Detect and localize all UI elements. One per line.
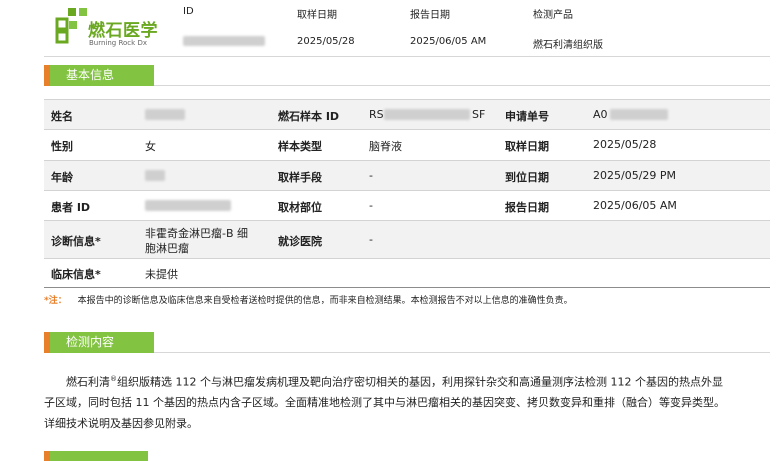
section-underline (154, 352, 770, 353)
sample-type-value: 脑脊液 (369, 140, 402, 153)
name-redacted (145, 109, 185, 120)
header-divider (44, 56, 770, 57)
paragraph-product-name: 燃石利清 (66, 375, 110, 389)
header-report-date-label: 报告日期 (410, 10, 450, 21)
sampling-date-label: 取样日期 (505, 140, 549, 153)
clinical-info-label: 临床信息* (51, 268, 101, 281)
section-underline (154, 85, 770, 86)
header-id-label: ID (183, 6, 194, 17)
section-basic-info: 基本信息 (44, 65, 770, 86)
sample-id-redacted (384, 109, 470, 120)
header-sampling-date-label: 取样日期 (297, 10, 337, 21)
report-date-value: 2025/06/05 AM (593, 199, 677, 212)
hospital-value: - (369, 233, 373, 246)
header-report-date-value: 2025/06/05 AM (410, 36, 487, 47)
sampling-site-label: 取材部位 (278, 201, 322, 214)
name-label: 姓名 (51, 110, 73, 123)
section-title: 基本信息 (50, 65, 154, 86)
table-row: 性别 女 样本类型 脑脊液 取样日期 2025/05/28 (44, 129, 770, 161)
patient-id-redacted (145, 200, 231, 211)
sample-type-label: 样本类型 (278, 140, 322, 153)
logo-mark-icon (55, 8, 87, 44)
paragraph-body: 组织版精选 112 个与淋巴瘤发病机理及靶向治疗密切相关的基因，利用探针杂交和高… (44, 375, 725, 430)
sex-value: 女 (145, 140, 156, 153)
arrival-date-label: 到位日期 (505, 171, 549, 184)
report-date-label: 报告日期 (505, 201, 549, 214)
patient-id-label: 患者 ID (51, 201, 91, 214)
section-title: 检测内容 (50, 332, 154, 353)
header-id-redacted (183, 36, 265, 46)
header-product-value: 燃石利清组织版 (533, 40, 603, 51)
diagnosis-label: 诊断信息* (51, 235, 101, 248)
clinical-info-value: 未提供 (145, 268, 178, 281)
sampling-date-value: 2025/05/28 (593, 138, 657, 151)
sex-label: 性别 (51, 140, 73, 153)
table-row: 诊断信息* 非霍奇金淋巴瘤-B 细 胞淋巴瘤 就诊医院 - (44, 220, 770, 259)
note-text: 本报告中的诊断信息及临床信息来自受检者送检时提供的信息，而非来自检测结果。本检测… (77, 296, 573, 306)
next-section-accent (44, 451, 50, 461)
header-product-label: 检测产品 (533, 10, 573, 21)
diagnosis-value-line1: 非霍奇金淋巴瘤-B 细 (145, 227, 249, 240)
sample-id-suffix: SF (472, 108, 486, 121)
diagnosis-value-line2: 胞淋巴瘤 (145, 242, 189, 255)
table-row: 临床信息* 未提供 (44, 258, 770, 288)
sample-id-prefix: RS (369, 108, 384, 121)
note-marker: *注： (44, 296, 67, 306)
application-no-label: 申请单号 (505, 110, 549, 123)
company-logo: 燃石医学 Burning Rock Dx (54, 6, 164, 47)
logo-english-text: Burning Rock Dx (89, 39, 147, 47)
table-row: 年龄 取样手段 - 到位日期 2025/05/29 PM (44, 160, 770, 191)
age-label: 年龄 (51, 171, 73, 184)
application-no-prefix: A0 (593, 108, 608, 121)
table-row: 患者 ID 取材部位 - 报告日期 2025/06/05 AM (44, 190, 770, 221)
header-sampling-date-value: 2025/05/28 (297, 36, 355, 47)
registered-mark: ® (110, 375, 117, 383)
sampling-method-value: - (369, 169, 373, 182)
hospital-label: 就诊医院 (278, 235, 322, 248)
section-test-content: 检测内容 (44, 332, 770, 353)
arrival-date-value: 2025/05/29 PM (593, 169, 677, 182)
logo-chinese-text: 燃石医学 (88, 21, 158, 41)
application-no-redacted (610, 109, 668, 120)
disclaimer-note: *注： 本报告中的诊断信息及临床信息来自受检者送检时提供的信息，而非来自检测结果… (44, 293, 573, 306)
sampling-method-label: 取样手段 (278, 171, 322, 184)
sampling-site-value: - (369, 199, 373, 212)
table-row: 姓名 燃石样本 ID RS SF 申请单号 A0 (44, 99, 770, 130)
sample-id-label: 燃石样本 ID (278, 110, 340, 123)
age-redacted (145, 170, 165, 181)
next-section-bar (44, 451, 148, 461)
test-content-paragraph: 燃石利清®组织版精选 112 个与淋巴瘤发病机理及靶向治疗密切相关的基因，利用探… (44, 369, 726, 434)
